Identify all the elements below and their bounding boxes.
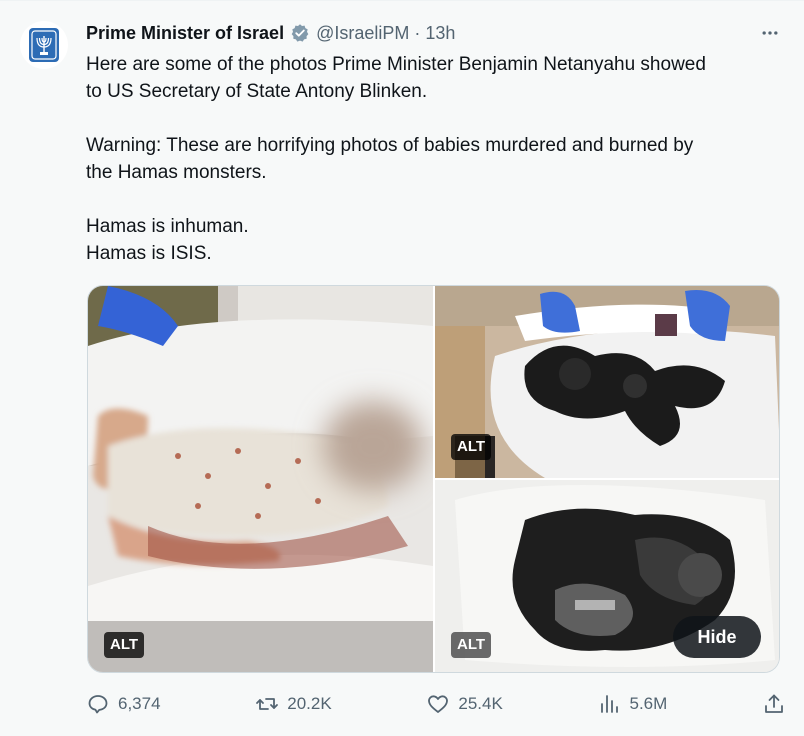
media-grid: ALT ALT ALT Hide (87, 285, 780, 673)
tweet-line: to US Secretary of State Antony Blinken. (86, 81, 428, 102)
avatar[interactable] (20, 21, 68, 69)
share-icon (765, 694, 783, 713)
author-handle[interactable]: @IsraeliPM (316, 23, 409, 44)
photo-2[interactable]: ALT (435, 286, 779, 478)
repost-button[interactable]: 20.2K (255, 692, 332, 716)
tweet-card[interactable]: Prime Minister of Israel @IsraeliPM · 13… (0, 0, 804, 736)
views-count: 5.6M (629, 694, 668, 713)
views-icon (601, 695, 619, 713)
views-button[interactable]: 5.6M (597, 692, 667, 716)
verified-badge-icon[interactable] (290, 23, 310, 43)
reply-icon (88, 695, 108, 714)
photo-1[interactable]: ALT (88, 286, 433, 672)
tweet-line: the Hamas monsters. (86, 162, 267, 183)
repost-count: 20.2K (287, 694, 332, 713)
hide-button[interactable]: Hide (673, 616, 761, 658)
alt-badge[interactable]: ALT (104, 632, 145, 658)
alt-badge[interactable]: ALT (451, 632, 492, 658)
action-bar: 6,374 20.2K 25.4K 5.6M (86, 689, 786, 719)
photo-3[interactable]: ALT Hide (435, 480, 779, 672)
heart-icon (428, 695, 449, 713)
share-button[interactable] (762, 692, 786, 716)
tweet-line: Hamas is inhuman. (86, 216, 249, 237)
reply-button[interactable]: 6,374 (86, 692, 161, 716)
author-display-name[interactable]: Prime Minister of Israel (86, 23, 284, 44)
israel-emblem-icon (29, 28, 59, 62)
tweet-text: Here are some of the photos Prime Minist… (86, 51, 786, 267)
alt-badge[interactable]: ALT (451, 434, 492, 460)
repost-icon (256, 698, 279, 710)
photo-1-image (88, 286, 433, 672)
header-separator: · (414, 22, 421, 43)
tweet-header: Prime Minister of Israel @IsraeliPM · 13… (86, 21, 784, 45)
tweet-line: Warning: These are horrifying photos of … (86, 135, 694, 156)
like-count: 25.4K (458, 694, 503, 713)
reply-count: 6,374 (118, 694, 161, 713)
tweet-line: Here are some of the photos Prime Minist… (86, 54, 706, 75)
tweet-line: Hamas is ISIS. (86, 243, 212, 264)
more-dots-icon[interactable] (756, 19, 784, 47)
like-button[interactable]: 25.4K (426, 692, 503, 716)
tweet-timestamp[interactable]: 13h (425, 23, 455, 44)
